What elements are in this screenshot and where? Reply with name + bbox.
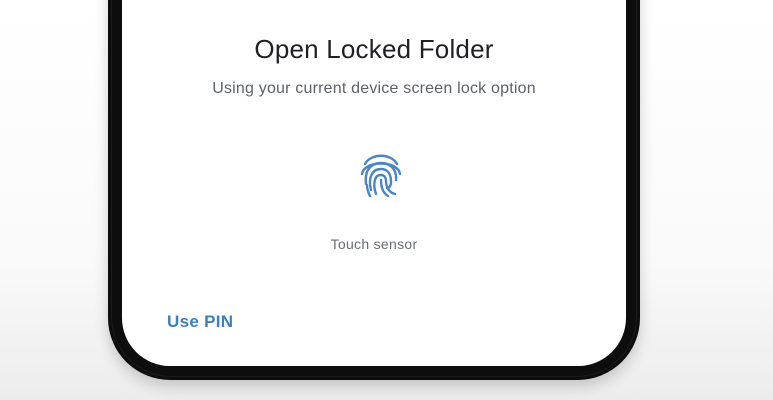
fingerprint-icon[interactable] xyxy=(359,150,403,198)
use-pin-button[interactable]: Use PIN xyxy=(167,312,233,332)
phone-screen: Open Locked Folder Using your current de… xyxy=(122,0,626,366)
dialog-subtitle: Using your current device screen lock op… xyxy=(212,80,536,97)
phone-frame: Open Locked Folder Using your current de… xyxy=(108,0,640,380)
touch-sensor-label: Touch sensor xyxy=(330,236,418,252)
dialog-title: Open Locked Folder xyxy=(254,34,494,64)
